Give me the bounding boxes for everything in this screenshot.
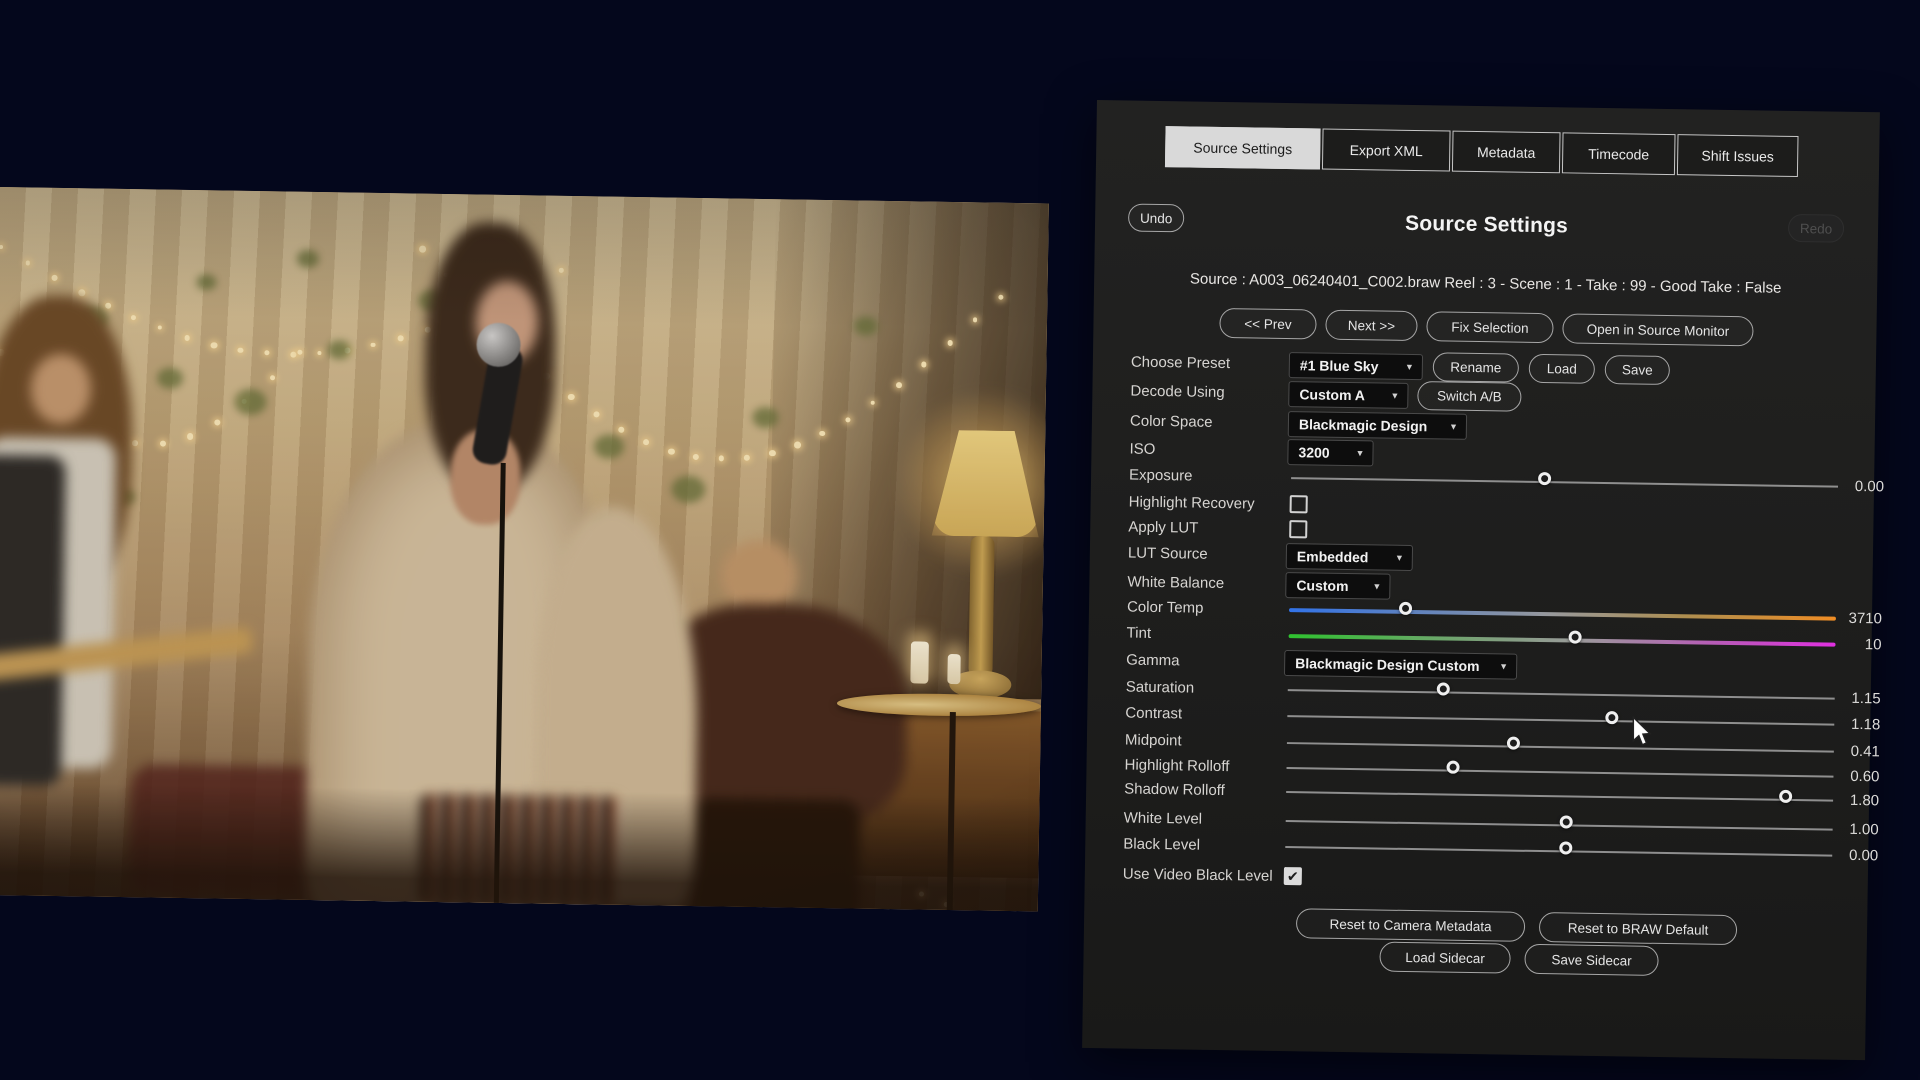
video-preview (0, 187, 1049, 911)
exposure-value: 0.00 (1824, 473, 1884, 500)
clip-nav-buttons: << Prev Next >> Fix Selection Open in Sourc… (1097, 100, 1880, 112)
reset-to-camera-metadata-button[interactable]: Reset to Camera Metadata (1296, 908, 1525, 942)
highlight-rolloff-slider-track[interactable] (1287, 767, 1834, 778)
rename-button[interactable]: Rename (1433, 352, 1519, 382)
row-label-white-level: White Level (1124, 806, 1203, 833)
tab-source-settings[interactable]: Source Settings (1165, 126, 1321, 169)
row-label-apply-lut: Apply LUT (1128, 515, 1198, 542)
gamma-dropdown[interactable]: Blackmagic Design Custom ▼ (1284, 650, 1517, 680)
fix-selection-button[interactable]: Fix Selection (1426, 311, 1553, 343)
row-label-contrast: Contrast (1125, 701, 1182, 728)
choose-preset-dropdown[interactable]: #1 Blue Sky ▼ (1289, 352, 1423, 380)
dropdown-value: Custom (1296, 577, 1348, 594)
source-settings-panel: Source Settings Export XML Metadata Timecod… (1082, 100, 1880, 1060)
tab-metadata[interactable]: Metadata (1452, 131, 1561, 174)
chevron-down-icon: ▼ (1372, 581, 1381, 591)
chevron-down-icon: ▼ (1499, 661, 1508, 671)
iso-dropdown[interactable]: 3200 ▼ (1287, 439, 1373, 466)
decode-using-dropdown[interactable]: Custom A ▼ (1288, 381, 1408, 409)
source-clip-info: Source : A003_06240401_C002.braw Reel : … (1094, 269, 1877, 298)
white-level-value: 1.00 (1818, 816, 1878, 843)
next-button[interactable]: Next >> (1325, 310, 1417, 341)
dropdown-value: Embedded (1297, 548, 1369, 565)
color-space-dropdown[interactable]: Blackmagic Design ▼ (1288, 411, 1467, 440)
contrast-value: 1.18 (1820, 711, 1880, 738)
chevron-down-icon: ▼ (1395, 553, 1404, 563)
row-label-iso: ISO (1129, 437, 1155, 463)
shadow-rolloff-slider-track[interactable] (1286, 791, 1833, 802)
midpoint-slider-track[interactable] (1287, 742, 1834, 753)
black-level-slider-knob[interactable] (1560, 841, 1573, 854)
footer-buttons: Reset to Camera Metadata Reset to BRAW De… (1097, 100, 1880, 112)
row-label-midpoint: Midpoint (1125, 728, 1182, 755)
midpoint-value: 0.41 (1820, 738, 1880, 765)
settings-tabs: Source Settings Export XML Metadata Timecod… (1097, 100, 1880, 112)
panel-title: Source Settings (1095, 207, 1878, 243)
mouse-cursor (1631, 716, 1653, 748)
row-label-color-temp: Color Temp (1127, 595, 1204, 622)
row-label-choose-preset: Choose Preset (1131, 350, 1231, 378)
lut-source-dropdown[interactable]: Embedded ▼ (1286, 543, 1413, 571)
chevron-down-icon: ▼ (1355, 448, 1364, 458)
row-label-highlight-recovery: Highlight Recovery (1128, 490, 1254, 518)
load-sidecar-button[interactable]: Load Sidecar (1379, 942, 1510, 974)
tab-export-xml[interactable]: Export XML (1322, 129, 1451, 172)
saturation-value: 1.15 (1820, 685, 1880, 712)
save-button[interactable]: Save (1605, 355, 1670, 385)
highlight-recovery-checkbox[interactable] (1290, 495, 1308, 513)
row-label-exposure: Exposure (1129, 463, 1193, 490)
contrast-slider-track[interactable] (1287, 715, 1834, 726)
dropdown-value: Blackmagic Design (1299, 416, 1428, 434)
shadow-rolloff-slider-knob[interactable] (1779, 790, 1792, 803)
saturation-slider-knob[interactable] (1436, 682, 1449, 695)
apply-lut-checkbox[interactable] (1289, 520, 1307, 538)
tint-slider-knob[interactable] (1568, 630, 1581, 643)
settings-rows: Choose Preset #1 Blue Sky ▼ Rename Load Save D… (1097, 100, 1880, 112)
open-in-source-monitor-button[interactable]: Open in Source Monitor (1562, 313, 1753, 346)
switch-a-b-button[interactable]: Switch A/B (1417, 381, 1521, 412)
row-label-white-balance: White Balance (1127, 570, 1224, 598)
saturation-slider-track[interactable] (1288, 689, 1835, 700)
row-label-gamma: Gamma (1126, 648, 1180, 675)
row-label-shadow-rolloff: Shadow Rolloff (1124, 777, 1225, 805)
reset-to-braw-default-button[interactable]: Reset to BRAW Default (1539, 912, 1737, 945)
tint-slider-track[interactable] (1289, 634, 1836, 647)
video-vignette (0, 187, 1049, 911)
white-balance-dropdown[interactable]: Custom ▼ (1285, 572, 1390, 600)
exposure-slider-track[interactable] (1291, 477, 1838, 488)
highlight-rolloff-value: 0.60 (1819, 763, 1879, 790)
row-label-decode-using: Decode Using (1130, 379, 1225, 406)
prev-button[interactable]: << Prev (1219, 308, 1316, 340)
screen: Source Settings Export XML Metadata Timecod… (0, 0, 1920, 1080)
dropdown-value: #1 Blue Sky (1300, 357, 1379, 374)
tab-shift-issues[interactable]: Shift Issues (1677, 134, 1799, 177)
exposure-slider-knob[interactable] (1538, 472, 1551, 485)
row-label-lut-source: LUT Source (1128, 541, 1208, 568)
dropdown-value: Blackmagic Design Custom (1295, 655, 1480, 674)
load-button[interactable]: Load (1529, 354, 1595, 384)
row-label-saturation: Saturation (1126, 675, 1195, 702)
row-label-use-video-black-level: Use Video Black Level (1123, 862, 1273, 890)
contrast-slider-knob[interactable] (1605, 711, 1618, 724)
white-level-slider-knob[interactable] (1560, 815, 1573, 828)
checkmark-icon: ✔ (1287, 868, 1299, 885)
black-level-value: 0.00 (1818, 842, 1878, 869)
tab-timecode[interactable]: Timecode (1562, 132, 1676, 175)
row-label-black-level: Black Level (1123, 832, 1200, 859)
use-video-black-level-checkbox[interactable]: ✔ (1284, 867, 1302, 885)
row-label-tint: Tint (1126, 621, 1151, 647)
chevron-down-icon: ▼ (1390, 391, 1399, 401)
shadow-rolloff-value: 1.80 (1819, 787, 1879, 814)
dropdown-value: 3200 (1298, 444, 1329, 460)
chevron-down-icon: ▼ (1405, 362, 1414, 372)
tint-value: 10 (1821, 631, 1881, 658)
color-temp-slider-track[interactable] (1289, 608, 1836, 621)
color-temp-value: 3710 (1822, 605, 1882, 632)
dropdown-value: Custom A (1299, 386, 1365, 403)
save-sidecar-button[interactable]: Save Sidecar (1524, 944, 1658, 976)
chevron-down-icon: ▼ (1449, 422, 1458, 432)
row-label-color-space: Color Space (1130, 409, 1213, 436)
highlight-rolloff-slider-knob[interactable] (1446, 761, 1459, 774)
midpoint-slider-knob[interactable] (1507, 737, 1520, 750)
